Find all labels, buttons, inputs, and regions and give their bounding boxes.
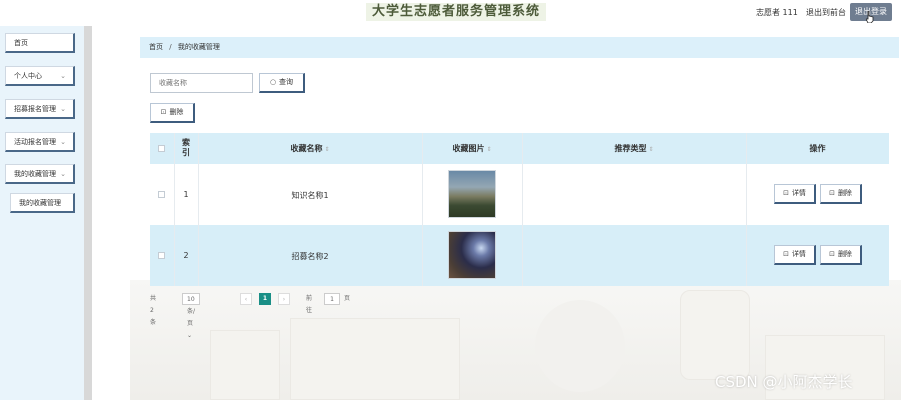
column-header-actions: 操作 [809, 144, 826, 153]
breadcrumb: 首页 / 我的收藏管理 [140, 37, 899, 58]
sidebar-item-home[interactable]: 首页 [5, 33, 75, 53]
sidebar-item-label: 首页 [14, 39, 28, 47]
sidebar-item-recruit-signup[interactable]: 招募报名管理 ⌄ [5, 99, 75, 119]
chevron-down-icon: ⌄ [60, 138, 66, 146]
background-decoration [535, 300, 625, 392]
background-decoration [680, 290, 750, 380]
sidebar-item-label: 招募报名管理 [14, 105, 56, 113]
sidebar-item-label: 活动报名管理 [14, 138, 56, 146]
column-divider [198, 133, 199, 286]
row-name: 招募名称2 [291, 252, 329, 261]
detail-icon: ⊡ [783, 189, 789, 197]
trash-icon: ⊡ [829, 250, 835, 258]
sidebar-divider [84, 26, 92, 400]
column-header-name[interactable]: 收藏名称 ⇕ [198, 133, 422, 164]
background-decoration [290, 318, 460, 400]
column-header-index: 索引 [182, 138, 190, 157]
trash-icon: ⊡ [160, 108, 167, 116]
detail-icon: ⊡ [783, 250, 789, 258]
sidebar-subitem-my-favorites[interactable]: 我的收藏管理 [10, 193, 75, 213]
sidebar-item-activity-signup[interactable]: 活动报名管理 ⌄ [5, 132, 75, 152]
detail-button[interactable]: ⊡ 详情 [774, 245, 816, 265]
next-page-button[interactable]: › [278, 293, 290, 305]
user-role-label: 志愿者 111 [756, 8, 798, 17]
batch-delete-button[interactable]: ⊡ 删除 [150, 103, 195, 123]
goto-label: 前往 [306, 295, 313, 314]
chevron-down-icon: ⌄ [60, 105, 66, 113]
page-size-select[interactable]: 10条/页 ⌄ [182, 293, 201, 339]
detail-button[interactable]: ⊡ 详情 [774, 184, 816, 204]
search-input[interactable] [150, 73, 253, 93]
row-image [448, 170, 496, 218]
row-name: 知识名称1 [291, 191, 329, 200]
prev-page-button[interactable]: ‹ [240, 293, 252, 305]
page-unit-label: 页 [344, 295, 351, 302]
pagination-total: 共 2 条 [150, 295, 157, 326]
breadcrumb-current: 我的收藏管理 [177, 43, 220, 51]
delete-button[interactable]: ⊡ 删除 [820, 184, 862, 204]
search-button-label: 查询 [279, 78, 294, 86]
goto-page-input[interactable]: 1 [324, 293, 340, 305]
mouse-cursor-icon [866, 11, 874, 23]
sidebar-item-label: 个人中心 [14, 72, 42, 80]
top-bar: 大学生志愿者服务管理系统 志愿者 111 退出到前台 退出登录 [0, 0, 901, 26]
sort-icon: ⇕ [486, 146, 492, 153]
watermark: CSDN @小阿杰学长 [715, 373, 853, 391]
row-index: 1 [183, 190, 189, 199]
breadcrumb-home[interactable]: 首页 [149, 43, 163, 51]
app-title: 大学生志愿者服务管理系统 [366, 3, 547, 21]
search-button[interactable]: ○ 查询 [259, 73, 305, 93]
breadcrumb-separator: / [169, 43, 172, 51]
sidebar-item-label: 我的收藏管理 [19, 199, 61, 207]
table-row: 2 招募名称2 ⊡ 详情 ⊡ 删除 [150, 225, 889, 286]
background-decoration [210, 330, 280, 400]
trash-icon: ⊡ [829, 189, 835, 197]
sort-icon: ⇕ [324, 146, 330, 153]
search-icon: ○ [269, 78, 277, 86]
column-divider [174, 133, 175, 286]
column-divider [422, 133, 423, 286]
delete-button-label: 删除 [169, 108, 184, 116]
column-header-type[interactable]: 推荐类型 ⇕ [522, 133, 746, 164]
row-checkbox[interactable] [158, 191, 165, 198]
column-divider [746, 133, 747, 286]
chevron-down-icon: ⌄ [60, 72, 66, 80]
table-header: 索引 收藏名称 ⇕ 收藏图片 ⇕ 推荐类型 ⇕ 操作 [150, 133, 889, 164]
sidebar-item-my-favorites[interactable]: 我的收藏管理 ⌄ [5, 164, 75, 184]
column-header-image[interactable]: 收藏图片 ⇕ [422, 133, 522, 164]
column-divider [522, 133, 523, 286]
sidebar-item-label: 我的收藏管理 [14, 170, 56, 178]
sidebar-item-personal-center[interactable]: 个人中心 ⌄ [5, 66, 75, 86]
page-number-active[interactable]: 1 [259, 293, 271, 305]
sort-icon: ⇕ [648, 146, 654, 153]
back-to-front-link[interactable]: 退出到前台 [806, 7, 846, 18]
delete-button[interactable]: ⊡ 删除 [820, 245, 862, 265]
select-all-checkbox[interactable] [158, 145, 165, 152]
row-index: 2 [183, 251, 189, 260]
row-checkbox[interactable] [158, 252, 165, 259]
row-image [448, 231, 496, 279]
chevron-down-icon: ⌄ [60, 170, 66, 178]
table-row: 1 知识名称1 ⊡ 详情 ⊡ 删除 [150, 164, 889, 225]
